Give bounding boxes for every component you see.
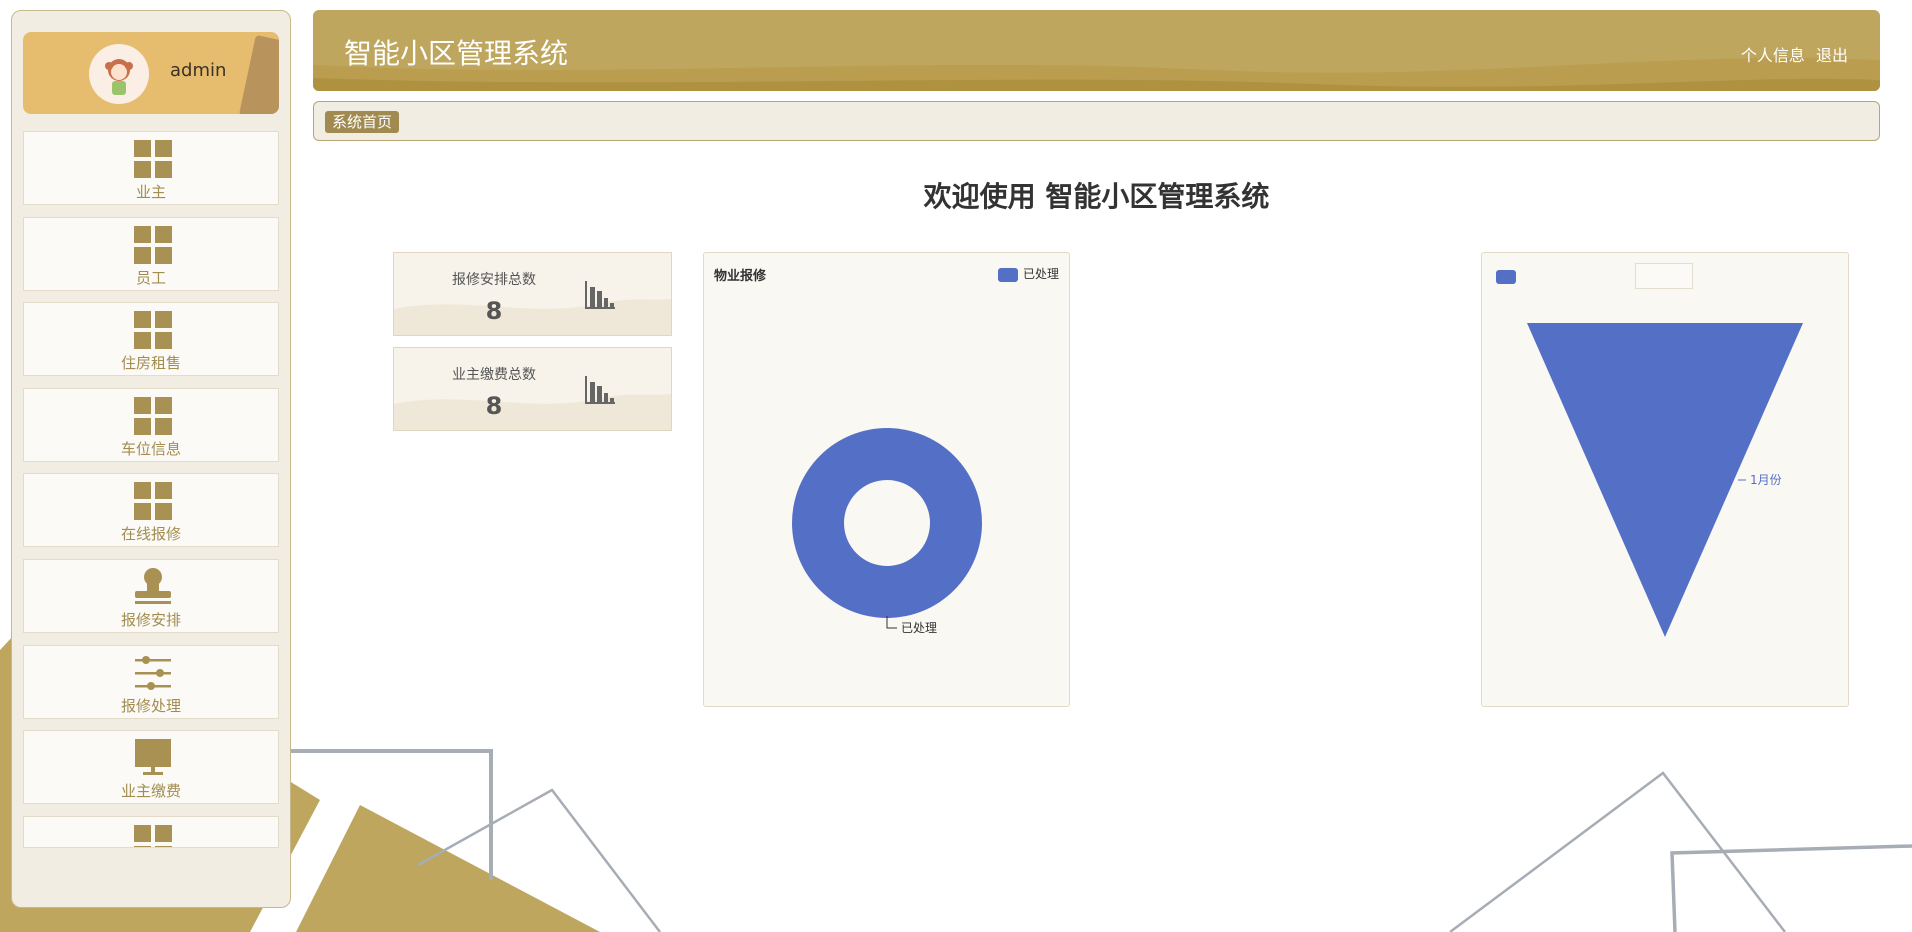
sidebar-item-label: 业主缴费	[120, 782, 181, 800]
chart-panel-funnel: 1月份	[1481, 252, 1849, 707]
breadcrumb: 系统首页	[313, 101, 1880, 141]
avatar	[89, 44, 149, 104]
donut-chart: 已处理	[792, 428, 982, 635]
bar-chart-icon	[585, 376, 615, 404]
stat-value: 8	[485, 297, 503, 325]
grid-icon	[134, 311, 172, 349]
sidebar-item-owner-payment[interactable]: 业主缴费	[23, 730, 279, 804]
sidebar-item-parking[interactable]: 车位信息	[23, 388, 279, 462]
grid-icon	[134, 140, 172, 178]
sidebar-item-label: 员工	[135, 269, 166, 287]
grid-icon	[134, 825, 172, 847]
user-card[interactable]: admin	[23, 32, 279, 114]
monitor-icon	[135, 739, 171, 775]
sidebar-item-label: 业主	[135, 183, 166, 201]
pie-slice[interactable]	[792, 428, 982, 618]
sidebar-item-staff[interactable]: 员工	[23, 217, 279, 291]
stat-label: 报修安排总数	[452, 272, 536, 288]
sidebar-item-label: 报修安排	[120, 611, 181, 629]
sidebar-item-housing[interactable]: 住房租售	[23, 302, 279, 376]
funnel-chart: 1月份	[1527, 323, 1803, 637]
sidebar-item-label: 报修处理	[120, 697, 181, 715]
chart-panel-repair: 物业报修 已处理 已处理	[703, 252, 1070, 707]
grid-icon	[134, 482, 172, 520]
sidebar-item-label: 在线报修	[120, 525, 181, 543]
funnel-label: 1月份	[1750, 473, 1782, 487]
bar-chart-icon	[585, 281, 615, 309]
slice-label: 已处理	[901, 621, 937, 635]
sliders-icon	[135, 656, 171, 690]
sidebar-item-label: 住房租售	[120, 354, 181, 372]
logout-link[interactable]: 退出	[1816, 46, 1848, 65]
grid-icon	[134, 226, 172, 264]
sidebar-item-owner[interactable]: 业主	[23, 131, 279, 205]
sidebar-item-repair-handling[interactable]: 报修处理	[23, 645, 279, 719]
stat-card-repair-schedule: 报修安排总数 8	[393, 252, 672, 336]
username: admin	[170, 60, 227, 81]
stat-value: 8	[485, 392, 503, 420]
sidebar-item-more[interactable]	[23, 816, 279, 848]
stamp-icon	[135, 568, 171, 604]
header-bar: 智能小区管理系统 个人信息 退出	[313, 10, 1880, 91]
stat-label: 业主缴费总数	[452, 367, 536, 383]
grid-icon	[134, 397, 172, 435]
card-fold-decoration	[238, 34, 279, 114]
stat-card-owner-payment: 业主缴费总数 8	[393, 347, 672, 431]
profile-link[interactable]: 个人信息	[1741, 46, 1805, 65]
breadcrumb-home[interactable]: 系统首页	[325, 111, 400, 133]
sidebar-item-online-repair[interactable]: 在线报修	[23, 473, 279, 547]
page-title: 欢迎使用 智能小区管理系统	[923, 180, 1270, 213]
sidebar: admin 业主 员工 住房租售 车位信息 在线报修 报修安排 报修处理 业主缴…	[11, 10, 291, 908]
app-title: 智能小区管理系统	[344, 37, 569, 70]
sidebar-item-label: 车位信息	[120, 440, 181, 458]
sidebar-item-repair-schedule[interactable]: 报修安排	[23, 559, 279, 633]
